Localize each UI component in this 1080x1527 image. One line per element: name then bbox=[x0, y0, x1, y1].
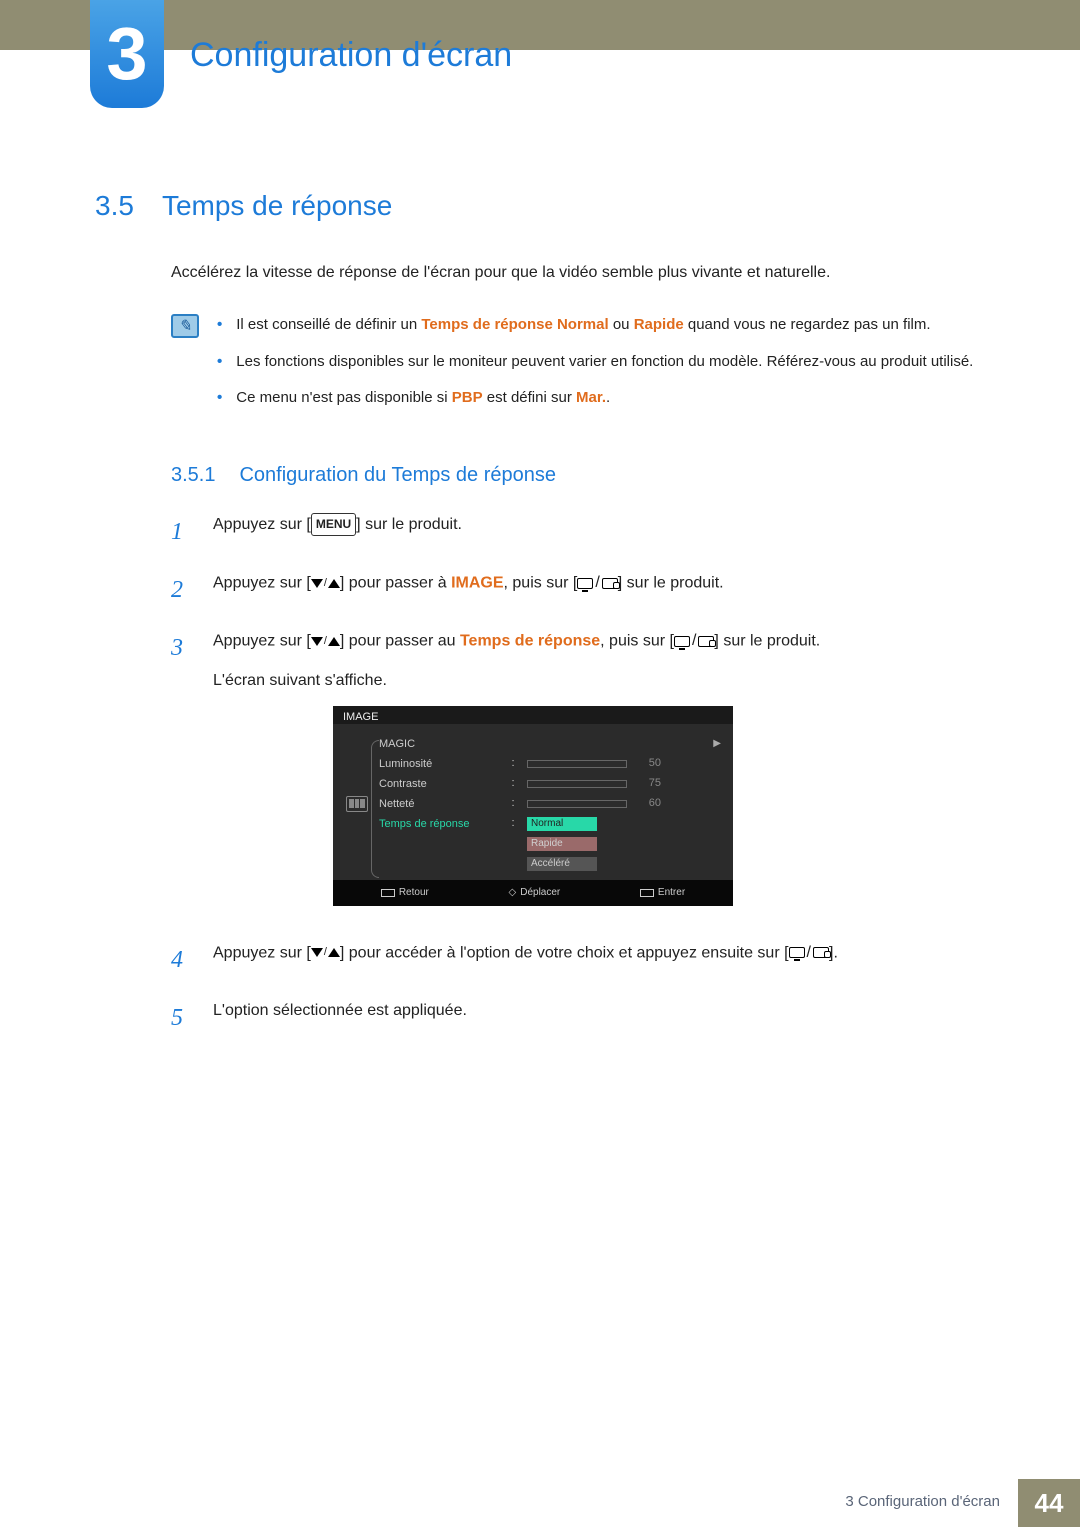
osd-enter-icon bbox=[640, 889, 654, 897]
page-number: 44 bbox=[1018, 1479, 1080, 1527]
down-up-nav-icon: / bbox=[311, 574, 340, 594]
step-number: 3 bbox=[171, 627, 189, 923]
footer-chapter-label: 3 Configuration d'écran bbox=[827, 1479, 1018, 1527]
osd-return-icon bbox=[381, 889, 395, 897]
step-text: Appuyez sur [/] pour passer au Temps de … bbox=[213, 627, 985, 923]
step-number: 5 bbox=[171, 997, 189, 1040]
down-up-nav-icon: / bbox=[311, 943, 340, 963]
step-number: 4 bbox=[171, 939, 189, 982]
osd-header: IMAGE bbox=[333, 706, 733, 724]
osd-menu-screenshot: IMAGE MAGIC Luminosité Contraste Netteté… bbox=[333, 706, 733, 906]
submenu-arrow-icon: ▶ bbox=[713, 735, 721, 753]
display-enter-icon: / bbox=[577, 569, 617, 598]
osd-image-category-icon bbox=[346, 796, 368, 812]
note-item: Les fonctions disponibles sur le moniteu… bbox=[217, 351, 973, 374]
osd-menu-item: Netteté bbox=[379, 794, 509, 814]
display-enter-icon: / bbox=[789, 939, 829, 968]
display-enter-icon: / bbox=[674, 627, 714, 656]
subsection-title: Configuration du Temps de réponse bbox=[239, 464, 556, 487]
osd-option: Accéléré bbox=[527, 857, 597, 871]
down-up-nav-icon: / bbox=[311, 632, 340, 652]
step-text: L'option sélectionnée est appliquée. bbox=[213, 997, 985, 1040]
chapter-badge: 3 bbox=[90, 0, 164, 108]
step-text: Appuyez sur [MENU] sur le produit. bbox=[213, 511, 985, 554]
osd-menu-item: Contraste bbox=[379, 774, 509, 794]
step-text: Appuyez sur [/] pour passer à IMAGE, pui… bbox=[213, 569, 985, 612]
osd-footer: Retour ◇Déplacer Entrer bbox=[333, 880, 733, 906]
subsection-number: 3.5.1 bbox=[171, 464, 215, 487]
osd-menu-item-selected: Temps de réponse bbox=[379, 814, 509, 834]
step-text: Appuyez sur [/] pour accéder à l'option … bbox=[213, 939, 985, 982]
osd-slider bbox=[527, 800, 627, 808]
chapter-title: Configuration d'écran bbox=[190, 36, 512, 75]
step-number: 1 bbox=[171, 511, 189, 554]
osd-option-selected: Normal bbox=[527, 817, 597, 831]
note-icon: ✎ bbox=[171, 314, 199, 338]
osd-option: Rapide bbox=[527, 837, 597, 851]
menu-keycap-icon: MENU bbox=[311, 513, 356, 537]
note-item: Ce menu n'est pas disponible si PBP est … bbox=[217, 387, 973, 410]
section-intro: Accélérez la vitesse de réponse de l'écr… bbox=[171, 262, 985, 284]
osd-slider bbox=[527, 760, 627, 768]
section-number: 3.5 bbox=[95, 190, 134, 222]
osd-menu-item: MAGIC bbox=[379, 734, 509, 754]
osd-move-icon: ◇ bbox=[509, 884, 517, 902]
note-block: ✎ Il est conseillé de définir un Temps d… bbox=[171, 314, 985, 424]
osd-slider bbox=[527, 780, 627, 788]
osd-menu-item: Luminosité bbox=[379, 754, 509, 774]
step-number: 2 bbox=[171, 569, 189, 612]
section-title: Temps de réponse bbox=[162, 190, 392, 222]
note-item: Il est conseillé de définir un Temps de … bbox=[217, 314, 973, 337]
